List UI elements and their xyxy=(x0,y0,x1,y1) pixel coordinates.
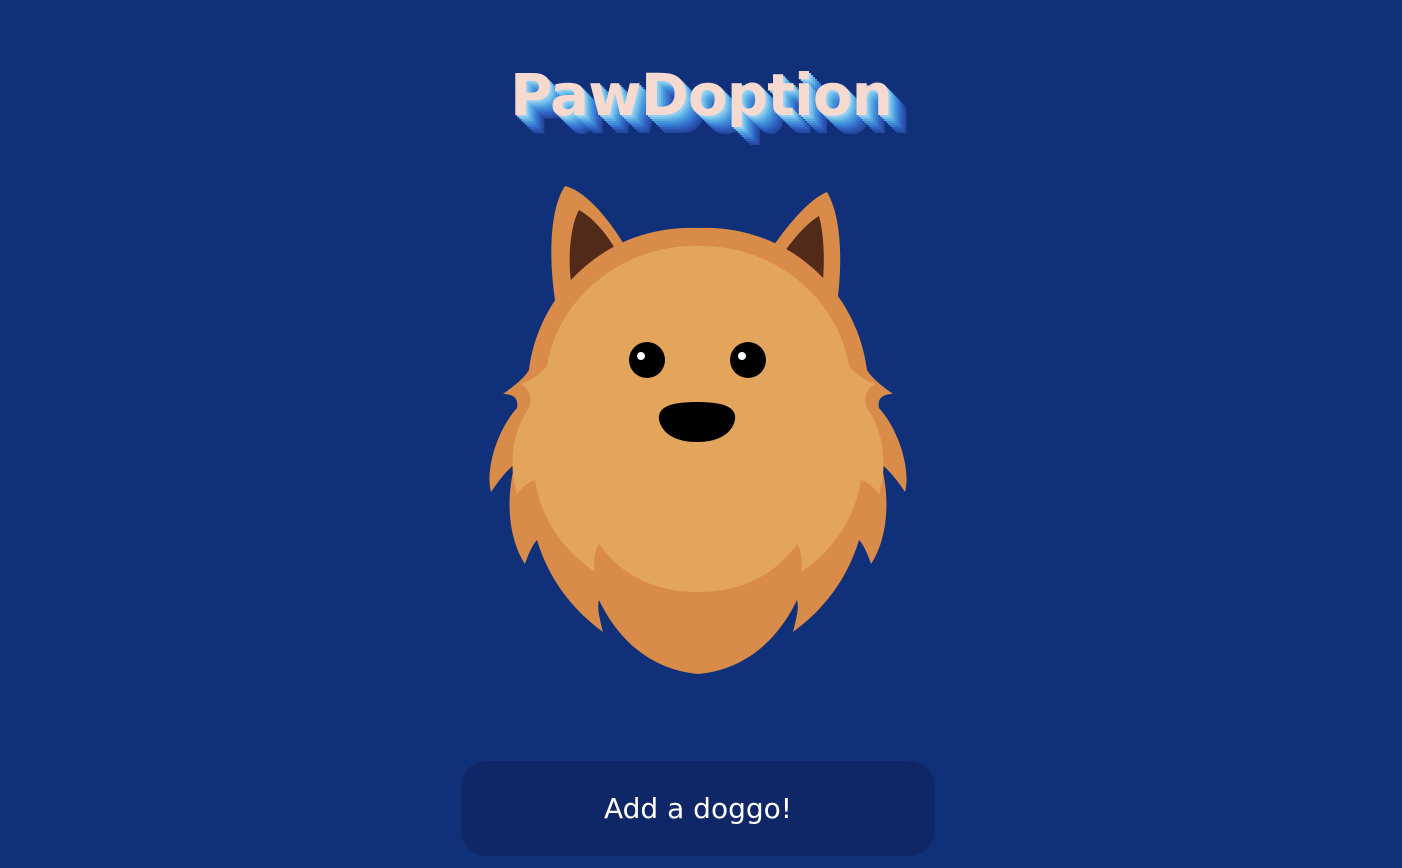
right-eye-glint xyxy=(738,352,746,360)
add-doggo-label: Add a doggo! xyxy=(604,792,792,825)
app-title: PawDoption xyxy=(510,60,893,129)
dog-face-icon xyxy=(489,186,907,674)
left-eye xyxy=(629,342,665,378)
add-doggo-button[interactable]: Add a doggo! xyxy=(461,761,935,856)
dog-illustration xyxy=(487,180,909,680)
left-eye-glint xyxy=(637,352,645,360)
right-eye xyxy=(730,342,766,378)
